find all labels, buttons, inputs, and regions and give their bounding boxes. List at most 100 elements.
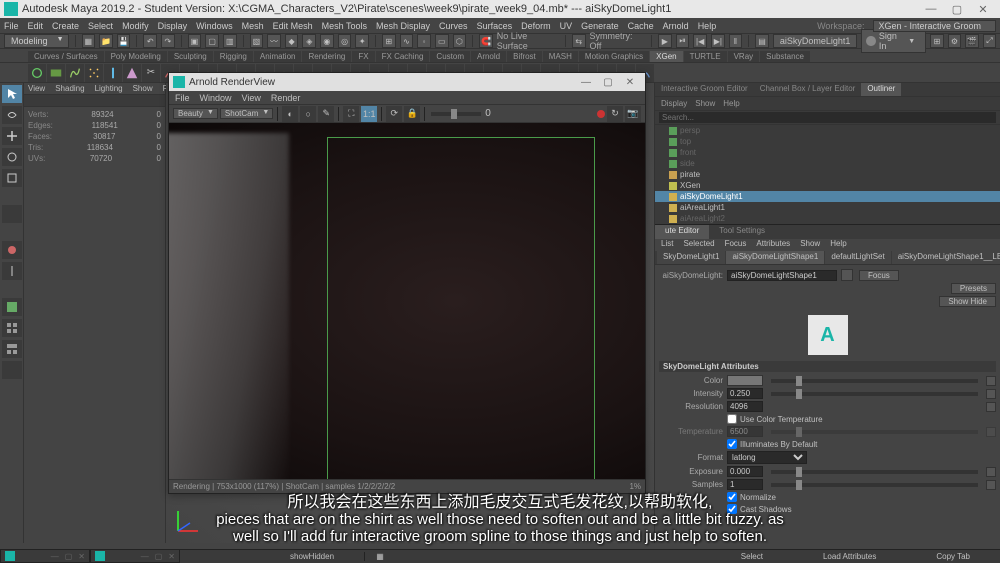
out-show[interactable]: Show — [695, 99, 715, 108]
menu-edit[interactable]: Edit — [28, 21, 44, 31]
samples-input[interactable] — [727, 479, 763, 490]
normalize-check[interactable]: Normalize — [727, 492, 776, 502]
rv-min-button[interactable]: — — [575, 77, 597, 88]
marketplace-icon[interactable]: ⊞ — [930, 34, 943, 48]
exposure-map-icon[interactable] — [986, 467, 996, 477]
rv-close-button[interactable]: ✕ — [619, 77, 641, 88]
menu-meshdisplay[interactable]: Mesh Display — [376, 21, 430, 31]
outliner-item[interactable]: top — [655, 136, 1000, 147]
ae-focus-button[interactable]: Focus — [859, 270, 899, 281]
outliner-item[interactable]: XGen — [655, 180, 1000, 191]
vp-lighting[interactable]: Lighting — [95, 84, 123, 93]
outliner-item[interactable]: side — [655, 158, 1000, 169]
nodetab-leitem[interactable]: aiSkyDomeLightShape1__LEItem — [892, 251, 1000, 264]
menu-select[interactable]: Select — [88, 21, 113, 31]
resolution-input[interactable] — [727, 401, 763, 412]
xgen-cut-icon[interactable]: ✂ — [142, 64, 160, 82]
playback-icon[interactable]: ⏯ — [676, 34, 690, 48]
tab-channelbox[interactable]: Channel Box / Layer Editor — [754, 83, 862, 96]
win-minimize-button[interactable]: — — [918, 3, 944, 15]
ae-show[interactable]: Show — [800, 239, 820, 251]
lock-icon[interactable] — [841, 269, 853, 281]
sym-toggle-icon[interactable]: ⇆ — [572, 34, 586, 48]
menu-cache[interactable]: Cache — [628, 21, 654, 31]
menu-curves[interactable]: Curves — [439, 21, 468, 31]
rv-window[interactable]: Window — [200, 93, 232, 103]
menu-windows[interactable]: Windows — [196, 21, 233, 31]
vp-shading[interactable]: Shading — [55, 84, 84, 93]
render-icon[interactable]: 🎬 — [965, 34, 978, 48]
vp-show[interactable]: Show — [133, 84, 153, 93]
shelf-tab-sculpt[interactable]: Sculpting — [168, 51, 213, 62]
intensity-input[interactable] — [727, 388, 763, 399]
menu-uv[interactable]: UV — [560, 21, 573, 31]
shelf-tab-vray[interactable]: VRay — [728, 51, 760, 62]
shelf-tab-render[interactable]: Rendering — [302, 51, 351, 62]
rv-snapshot-icon[interactable]: 📷 — [625, 106, 641, 122]
color-swatch[interactable] — [727, 375, 763, 386]
last-tool-icon[interactable] — [2, 205, 22, 223]
menu-file[interactable]: File — [4, 21, 19, 31]
sel-comp-icon[interactable]: ▥ — [223, 34, 237, 48]
menu-create[interactable]: Create — [52, 21, 79, 31]
ae-presets-button[interactable]: Presets — [951, 283, 996, 294]
layout-4-icon[interactable] — [2, 361, 22, 379]
sel-obj-icon[interactable]: ▢ — [205, 34, 219, 48]
nodetab-defaultset[interactable]: defaultLightSet — [825, 251, 890, 264]
rv-render-region[interactable] — [327, 137, 595, 479]
rv-picker-icon[interactable]: ✎ — [318, 106, 334, 122]
menu-meshtools[interactable]: Mesh Tools — [322, 21, 367, 31]
exposure-slider[interactable] — [771, 470, 978, 474]
out-help[interactable]: Help — [723, 99, 739, 108]
vp-camsel-icon[interactable] — [26, 96, 37, 106]
outliner-icon[interactable]: ▤ — [755, 34, 769, 48]
xgen-length-icon[interactable] — [104, 64, 122, 82]
resolution-map-icon[interactable] — [986, 402, 996, 412]
menu-generate[interactable]: Generate — [581, 21, 619, 31]
rv-alpha-icon[interactable]: ○ — [300, 106, 316, 122]
redo-icon[interactable]: ↷ — [161, 34, 175, 48]
shelf-tab-custom[interactable]: Custom — [430, 51, 470, 62]
new-scene-icon[interactable]: ▦ — [82, 34, 96, 48]
ae-attributes[interactable]: Attributes — [756, 239, 790, 251]
mask-surface-icon[interactable]: ▧ — [250, 34, 264, 48]
rv-titlebar[interactable]: Arnold RenderView — ▢ ✕ — [169, 73, 645, 91]
menu-editmesh[interactable]: Edit Mesh — [273, 21, 313, 31]
menu-surfaces[interactable]: Surfaces — [477, 21, 513, 31]
four-view-icon[interactable] — [2, 319, 22, 337]
expand-icon[interactable]: ⤢ — [983, 34, 996, 48]
outliner-item[interactable]: aiAreaLight2 — [655, 213, 1000, 224]
settings-icon[interactable]: ⚙ — [948, 34, 961, 48]
ae-selected[interactable]: Selected — [683, 239, 714, 251]
mask-curve-icon[interactable]: 〰 — [267, 34, 281, 48]
rv-ipr-icon[interactable]: ↻ — [607, 106, 623, 122]
show-hidden-field[interactable]: showHidden — [260, 552, 365, 561]
rv-view[interactable]: View — [242, 93, 261, 103]
shelf-tab-mash[interactable]: MASH — [543, 51, 578, 62]
xgen-density-icon[interactable] — [85, 64, 103, 82]
mask-misc-icon[interactable]: ✦ — [355, 34, 369, 48]
shelf-tab-bifrost[interactable]: Bifrost — [507, 51, 542, 62]
scale-tool-icon[interactable] — [2, 169, 22, 187]
outliner-item[interactable]: pirate — [655, 169, 1000, 180]
shelf-tab-rig[interactable]: Rigging — [214, 51, 253, 62]
ae-focus[interactable]: Focus — [725, 239, 747, 251]
open-scene-icon[interactable]: 📁 — [99, 34, 113, 48]
select-button[interactable]: Select — [711, 552, 793, 561]
sel-hier-icon[interactable]: ▣ — [188, 34, 202, 48]
pause-icon[interactable]: ‖ — [729, 34, 743, 48]
nodetab-shape[interactable]: aiSkyDomeLightShape1 — [726, 251, 824, 264]
single-persp-icon[interactable] — [2, 298, 22, 316]
sym-mod-icon[interactable] — [2, 262, 22, 280]
out-display[interactable]: Display — [661, 99, 687, 108]
color-slider[interactable] — [771, 379, 978, 383]
shelf-tab-turtle[interactable]: TURTLE — [684, 51, 727, 62]
copy-tab-button[interactable]: Copy Tab — [906, 552, 1000, 561]
color-map-icon[interactable] — [986, 376, 996, 386]
win-maximize-button[interactable]: ▢ — [944, 3, 970, 16]
rv-rgb-icon[interactable]: ◐ — [282, 106, 298, 122]
samples-slider[interactable] — [771, 483, 978, 487]
select-tool-icon[interactable] — [2, 85, 22, 103]
xgen-create-icon[interactable] — [28, 64, 46, 82]
shelf-tab-fx[interactable]: FX — [352, 51, 374, 62]
